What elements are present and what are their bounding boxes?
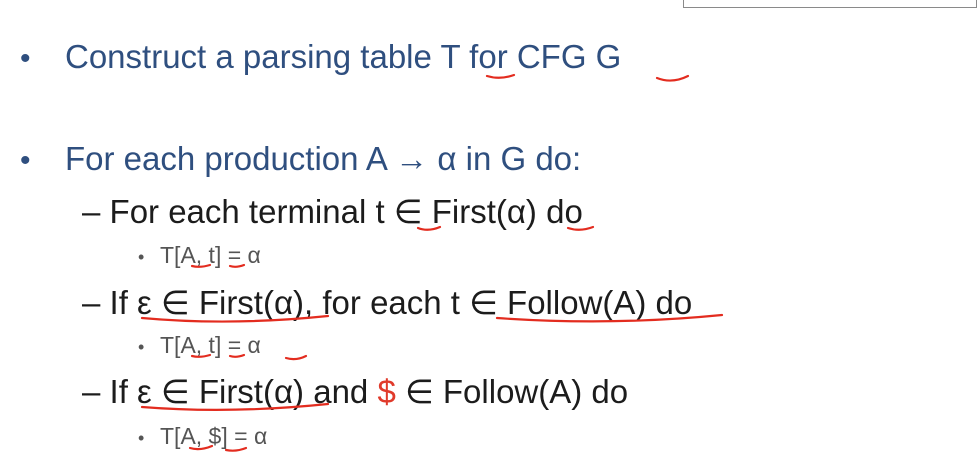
dollar-sign: $: [377, 373, 396, 410]
bullet-dot: •: [20, 144, 31, 177]
bullet-text: For each production A → α in G do:: [65, 140, 582, 177]
underline-alpha-entry2: [284, 354, 308, 361]
dash: –: [82, 373, 101, 410]
bullet-construct-table: • Construct a parsing table T for CFG G: [20, 38, 621, 76]
bullet-dot: •: [20, 42, 31, 75]
action-text: T[A, t] = α: [160, 332, 261, 358]
action-text: T[A, t] = α: [160, 242, 261, 268]
action-table-entry: • T[A, t] = α: [138, 332, 261, 359]
action-table-entry: • T[A, t] = α: [138, 242, 261, 269]
bullet-for-each-production: • For each production A → α in G do:: [20, 140, 581, 178]
dash: –: [82, 193, 101, 230]
sub-item-text-a: If ε ∈ First(α): [109, 373, 305, 410]
action-table-entry: • T[A, $] = α: [138, 423, 267, 450]
dash: –: [82, 284, 101, 321]
bullet-dot: •: [138, 337, 145, 357]
sub-item-text-d: ∈ Follow(A) do: [395, 373, 629, 410]
sub-item-text-a: If ε ∈ First(α): [109, 284, 305, 321]
corner-box: [683, 0, 977, 8]
bullet-text: Construct a parsing table T for CFG G: [65, 38, 622, 75]
sub-item-first-terminal: – For each terminal t ∈ First(α) do: [82, 192, 583, 231]
action-text: T[A, $] = α: [160, 423, 268, 449]
sub-item-text: For each terminal t ∈ First(α) do: [109, 193, 583, 230]
sub-item-text-b: , for each t ∈ Follow(A) do: [304, 284, 693, 321]
bullet-dot: •: [138, 247, 145, 267]
bullet-dot: •: [138, 428, 145, 448]
underline-G: [655, 74, 690, 82]
sub-item-epsilon-dollar: – If ε ∈ First(α) and $ ∈ Follow(A) do: [82, 372, 628, 411]
sub-item-epsilon-follow: – If ε ∈ First(α), for each t ∈ Follow(A…: [82, 283, 692, 322]
sub-item-text-b: and: [304, 373, 378, 410]
slide: • Construct a parsing table T for CFG G •…: [0, 0, 977, 475]
